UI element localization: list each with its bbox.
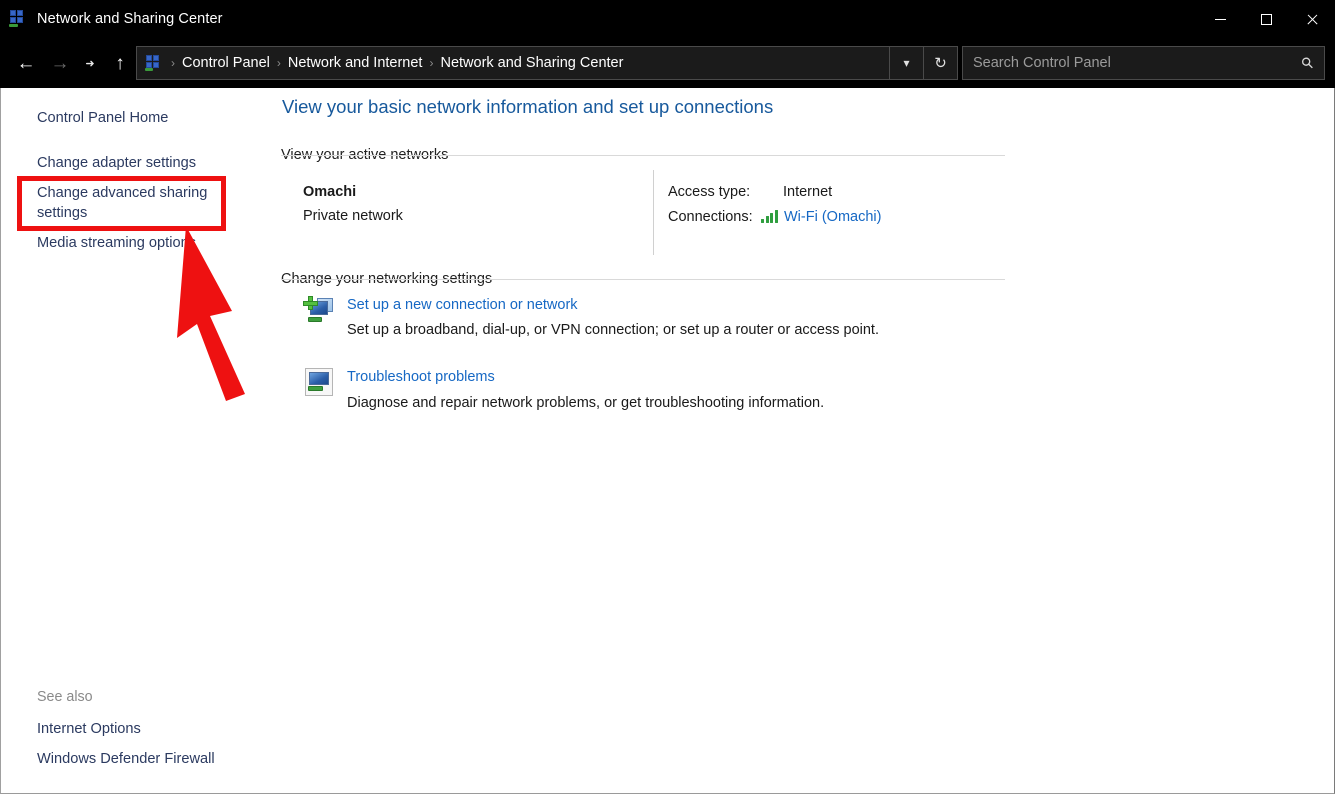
search-input[interactable]: Search Control Panel xyxy=(973,55,1302,71)
refresh-icon: ↻ xyxy=(934,55,947,72)
close-button[interactable] xyxy=(1289,0,1335,38)
sidebar: Control Panel Home Change adapter settin… xyxy=(1,88,273,793)
breadcrumb-separator: › xyxy=(429,56,434,70)
section-divider xyxy=(281,279,1005,280)
network-sharing-icon xyxy=(145,54,162,72)
sidebar-item-internet-options[interactable]: Internet Options xyxy=(37,719,141,739)
breadcrumb-item-control-panel[interactable]: Control Panel xyxy=(182,55,270,71)
up-button[interactable]: ↑ xyxy=(103,46,137,80)
content-area: Control Panel Home Change adapter settin… xyxy=(0,88,1335,794)
forward-button[interactable]: → xyxy=(43,46,77,80)
breadcrumb-actions: ▾ ↻ xyxy=(889,47,957,79)
window-controls xyxy=(1197,0,1335,38)
breadcrumb-item-network-and-sharing-center[interactable]: Network and Sharing Center xyxy=(440,55,623,71)
main-pane: View your basic network information and … xyxy=(273,88,1334,793)
minimize-button[interactable] xyxy=(1197,0,1243,38)
breadcrumb-item-network-and-internet[interactable]: Network and Internet xyxy=(288,55,423,71)
sidebar-item-change-adapter-settings[interactable]: Change adapter settings xyxy=(37,153,196,173)
breadcrumb[interactable]: › Control Panel › Network and Internet ›… xyxy=(136,46,958,80)
sidebar-item-control-panel-home[interactable]: Control Panel Home xyxy=(37,108,168,128)
see-also-heading: See also xyxy=(37,689,93,705)
chevron-down-icon: ▾ xyxy=(903,56,910,70)
search-box[interactable]: Search Control Panel ⚲ xyxy=(962,46,1325,80)
monitor-troubleshoot-icon xyxy=(303,368,337,400)
close-icon xyxy=(1306,13,1319,26)
access-type-label: Access type: xyxy=(668,184,751,200)
monitor-plus-icon xyxy=(303,296,337,328)
section-divider xyxy=(281,155,1005,156)
refresh-button[interactable]: ↻ xyxy=(923,47,957,79)
access-type-value: Internet xyxy=(783,184,833,200)
breadcrumb-separator: › xyxy=(171,56,175,70)
active-network-name: Omachi xyxy=(303,184,357,200)
page-title: View your basic network information and … xyxy=(282,96,774,117)
maximize-icon xyxy=(1260,13,1272,25)
setup-new-connection-link[interactable]: Set up a new connection or network xyxy=(347,297,578,313)
wifi-signal-icon xyxy=(761,210,778,223)
minimize-icon xyxy=(1214,18,1226,20)
setup-new-connection-description: Set up a broadband, dial-up, or VPN conn… xyxy=(347,322,879,338)
previous-locations-button[interactable]: ▾ xyxy=(889,47,923,79)
maximize-button[interactable] xyxy=(1243,0,1289,38)
sidebar-item-change-advanced-sharing-settings[interactable]: Change advanced sharing settings xyxy=(37,183,217,223)
connections-value-link[interactable]: Wi-Fi (Omachi) xyxy=(784,209,881,225)
sidebar-item-media-streaming-options[interactable]: Media streaming options xyxy=(37,233,196,253)
network-and-sharing-center-window: Network and Sharing Center ← → ➜ ↑ › Con… xyxy=(0,0,1335,794)
recent-locations-button[interactable]: ➜ xyxy=(77,46,103,80)
sidebar-item-windows-defender-firewall[interactable]: Windows Defender Firewall xyxy=(37,749,215,769)
active-network-type: Private network xyxy=(303,208,403,224)
window-title: Network and Sharing Center xyxy=(37,11,223,27)
network-sharing-icon xyxy=(8,9,28,29)
troubleshoot-problems-link[interactable]: Troubleshoot problems xyxy=(347,369,495,385)
breadcrumb-separator: › xyxy=(276,56,281,70)
vertical-divider xyxy=(653,170,654,255)
title-bar: Network and Sharing Center xyxy=(0,0,1335,38)
connections-label: Connections: xyxy=(668,209,753,225)
back-button[interactable]: ← xyxy=(9,46,43,80)
troubleshoot-problems-description: Diagnose and repair network problems, or… xyxy=(347,395,825,411)
